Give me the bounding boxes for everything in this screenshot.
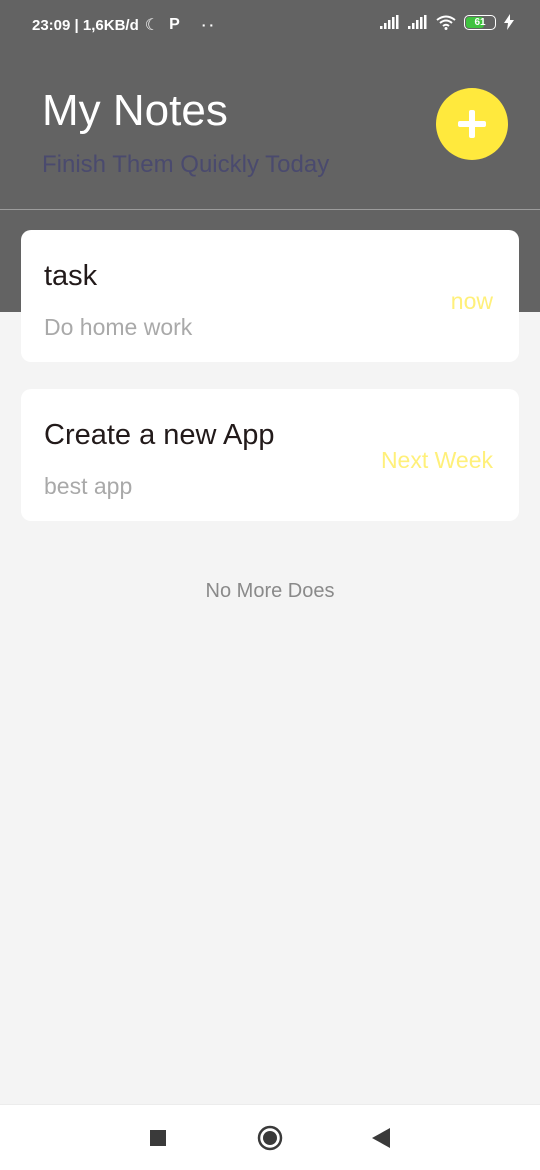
home-button[interactable] <box>255 1123 285 1153</box>
note-card[interactable]: Create a new App best app Next Week <box>21 389 519 521</box>
note-due-label: now <box>450 288 493 314</box>
moon-icon: ☾ <box>144 17 160 34</box>
home-circle-icon <box>257 1125 283 1151</box>
note-due-label: Next Week <box>380 447 493 473</box>
signal-icon-2 <box>408 15 427 29</box>
page-subtitle: Finish Them Quickly Today <box>42 151 330 178</box>
status-time-speed: 23:09 | 1,6KB/d <box>32 16 139 34</box>
wifi-icon <box>436 15 456 30</box>
plus-icon <box>458 110 486 138</box>
back-triangle-icon <box>372 1128 390 1148</box>
signal-icon <box>380 15 399 29</box>
add-note-button[interactable] <box>436 88 508 160</box>
parking-icon: P <box>169 16 180 33</box>
square-icon <box>150 1130 166 1146</box>
note-title: task <box>44 260 98 292</box>
battery-icon: 61 <box>464 14 496 30</box>
system-nav-bar <box>0 1104 540 1170</box>
note-title: Create a new App <box>44 419 275 451</box>
note-card[interactable]: task Do home work now <box>21 230 519 362</box>
notes-screen: 23:09 | 1,6KB/d ☾ P ·· 61 My Notes Finis… <box>0 0 540 1170</box>
status-bar: 23:09 | 1,6KB/d ☾ P ·· 61 <box>0 0 540 50</box>
charging-icon <box>504 14 514 30</box>
note-body: best app <box>44 473 133 499</box>
notification-dots-icon: ·· <box>201 17 218 33</box>
note-body: Do home work <box>44 314 193 340</box>
back-button[interactable] <box>366 1123 396 1153</box>
recents-button[interactable] <box>143 1123 173 1153</box>
battery-level: 61 <box>474 16 486 28</box>
status-left: 23:09 | 1,6KB/d ☾ P ·· <box>32 15 217 35</box>
header-divider <box>0 209 540 210</box>
list-end-text: No More Does <box>205 580 335 602</box>
status-right: 61 <box>380 14 514 30</box>
page-title: My Notes <box>42 86 228 135</box>
